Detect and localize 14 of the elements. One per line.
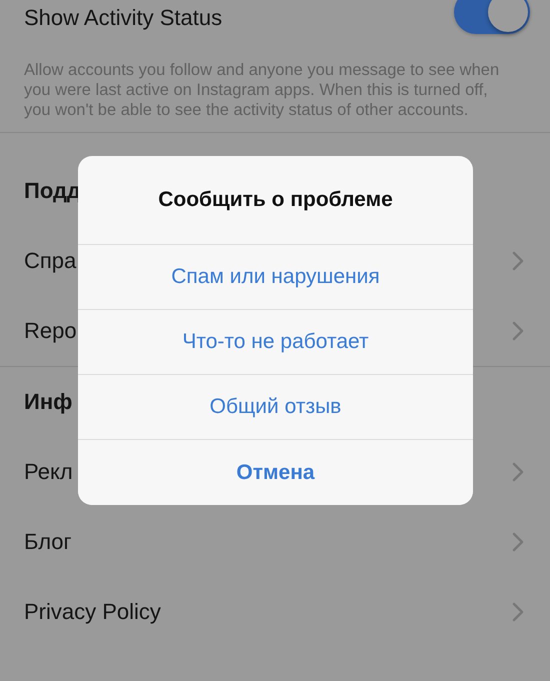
menu-item[interactable]: Рекл <box>24 459 73 485</box>
chevron-icon <box>512 602 524 622</box>
section-header: Инф <box>24 389 72 415</box>
description-text: Allow accounts you follow and anyone you message to see when you were last active on Instagram apps. When this is turned off, you won't be able to see the activity status of other accounts. <box>23 60 500 121</box>
menu-item[interactable]: Спра <box>24 248 76 274</box>
menu-item[interactable]: Repo <box>24 318 77 344</box>
menu-item[interactable]: Privacy Policy <box>24 599 161 625</box>
chevron-icon <box>512 321 524 341</box>
chevron-icon <box>512 532 524 552</box>
toggle-switch[interactable] <box>454 0 530 34</box>
chevron-icon <box>512 462 524 482</box>
chevron-icon <box>512 251 524 271</box>
menu-item[interactable]: Блог <box>24 529 72 555</box>
setting-label: Show Activity Status <box>24 5 222 31</box>
